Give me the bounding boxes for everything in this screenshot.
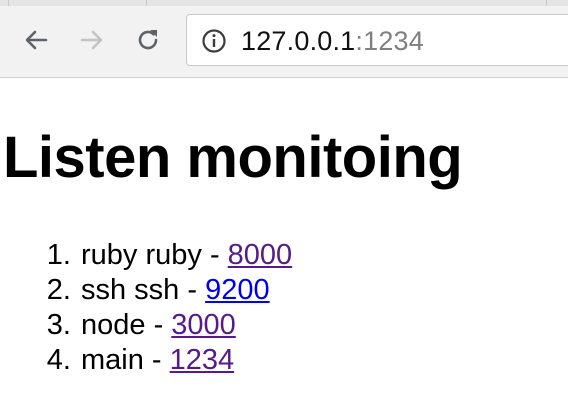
list-item: ssh ssh - 9200 xyxy=(79,273,292,308)
info-circle-icon[interactable] xyxy=(201,28,227,54)
reload-button[interactable] xyxy=(130,22,166,58)
process-name: ssh ssh xyxy=(81,274,180,306)
process-name: ruby ruby xyxy=(81,239,202,271)
arrow-right-icon xyxy=(80,30,103,50)
url-port: :1234 xyxy=(355,26,424,56)
list-item: node - 3000 xyxy=(79,308,292,343)
reload-icon xyxy=(138,30,158,50)
list-item: main - 1234 xyxy=(79,343,292,378)
page-title: Listen monitoing xyxy=(3,125,463,190)
browser-toolbar: 127.0.0.1:1234 xyxy=(0,0,568,78)
port-link-9200[interactable]: 9200 xyxy=(205,274,270,306)
process-name: main xyxy=(81,344,144,376)
address-bar[interactable]: 127.0.0.1:1234 xyxy=(186,14,568,66)
forward-button[interactable] xyxy=(74,22,110,58)
port-link-1234[interactable]: 1234 xyxy=(170,344,235,376)
page-content: Listen monitoing ruby ruby - 8000 ssh ss… xyxy=(0,78,568,408)
back-button[interactable] xyxy=(18,22,54,58)
list-item: ruby ruby - 8000 xyxy=(79,238,292,273)
url-text[interactable]: 127.0.0.1:1234 xyxy=(241,26,424,56)
port-link-8000[interactable]: 8000 xyxy=(228,239,293,271)
port-link-3000[interactable]: 3000 xyxy=(171,309,236,341)
tab-strip-edge xyxy=(0,0,568,6)
arrow-left-icon xyxy=(25,30,48,50)
url-host: 127.0.0.1 xyxy=(241,26,356,56)
listen-list: ruby ruby - 8000 ssh ssh - 9200 node - 3… xyxy=(0,238,292,378)
process-name: node xyxy=(81,309,146,341)
